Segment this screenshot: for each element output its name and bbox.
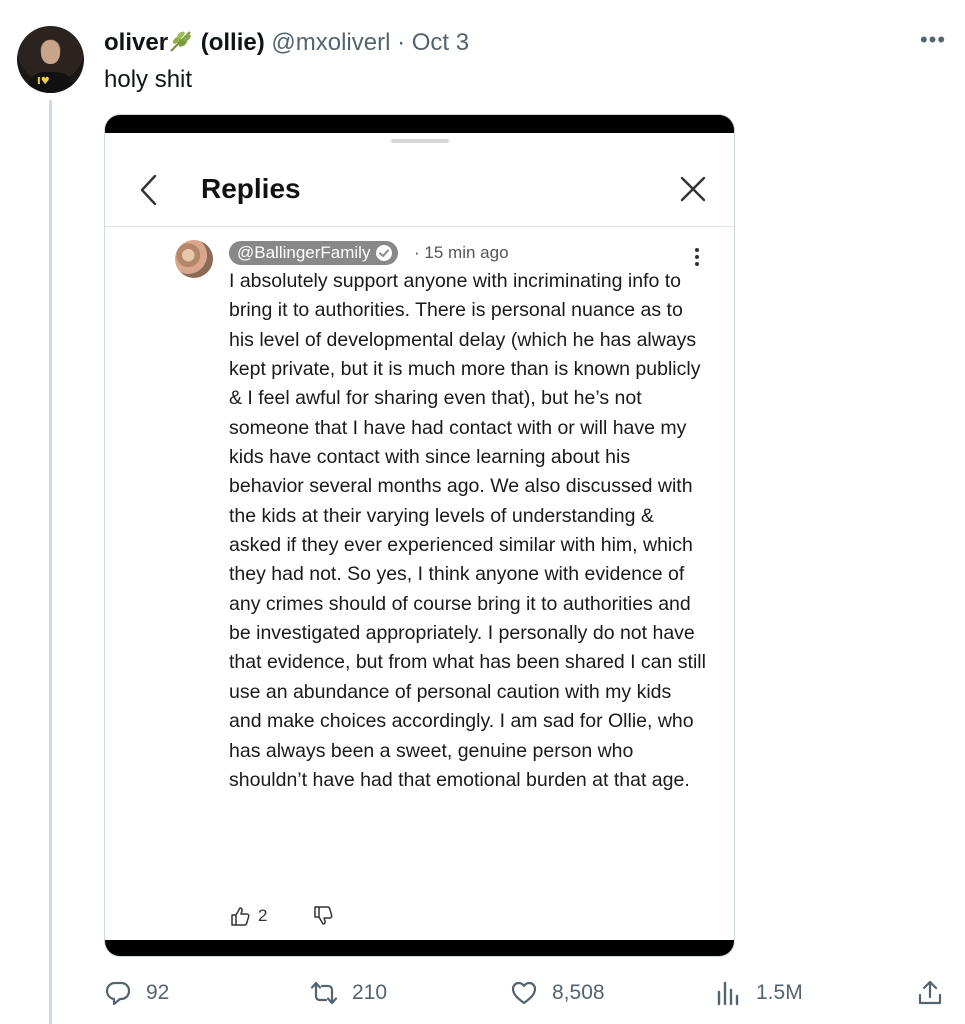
kebab-menu-icon: [695, 248, 699, 266]
avatar-shirt-print: I♥: [37, 76, 50, 87]
reply-time: 15 min ago: [424, 243, 509, 262]
like-count: 8,508: [552, 981, 605, 1004]
separator-dot: ·: [397, 29, 406, 56]
reply-button[interactable]: 92: [104, 976, 169, 1010]
screenshot-bottom-bar: [105, 940, 734, 956]
thumbs-down-icon: [314, 906, 333, 925]
share-icon: [918, 980, 942, 1005]
thumbs-up-icon: [231, 907, 250, 926]
display-name-suffix[interactable]: (ollie): [201, 29, 265, 56]
thread-line: [49, 100, 52, 1024]
display-name[interactable]: oliver: [104, 29, 168, 56]
reply-timestamp: · 15 min ago: [414, 241, 509, 265]
tweet-text: holy shit: [104, 66, 193, 93]
sheet-drag-handle: [391, 139, 449, 143]
reply-avatar: [175, 240, 213, 278]
screenshot-top-bar: [105, 115, 734, 133]
attached-screenshot[interactable]: Replies @BallingerFamily · 15 min ago I …: [104, 114, 735, 957]
reply-body: I absolutely support anyone with incrimi…: [229, 270, 706, 791]
back-chevron-icon: [140, 174, 157, 206]
views-icon: [717, 981, 739, 1006]
reply-like-count: 2: [258, 906, 268, 925]
more-icon[interactable]: •••: [916, 29, 950, 56]
close-icon: [680, 176, 706, 202]
view-count: 1.5M: [756, 981, 803, 1004]
share-button[interactable]: [916, 976, 944, 1010]
avatar-shirt: [29, 72, 72, 93]
repost-button[interactable]: 210: [310, 976, 387, 1010]
author-avatar[interactable]: I♥: [17, 26, 84, 93]
repost-icon: [310, 981, 338, 1005]
views-button[interactable]: 1.5M: [714, 976, 803, 1010]
tweet-actions: 92 210 8,508 1.5M: [104, 976, 954, 1010]
tweet-header: oliver (ollie) @mxoliverl · Oct 3: [104, 28, 469, 58]
reply-username-chip: @BallingerFamily: [229, 241, 399, 265]
user-handle[interactable]: @mxoliverl: [271, 29, 390, 56]
verified-check-icon: [376, 245, 393, 261]
reply-username: @BallingerFamily: [237, 243, 371, 262]
tweet-date[interactable]: Oct 3: [412, 29, 469, 56]
reply-count: 92: [146, 981, 170, 1004]
repost-count: 210: [352, 981, 388, 1004]
avatar-face: [41, 40, 60, 64]
leaf-icon: [170, 31, 191, 52]
heart-icon: [511, 981, 537, 1005]
reply-separator: ·: [414, 243, 420, 262]
replies-title: Replies: [201, 173, 301, 204]
header-divider: [105, 226, 734, 227]
like-button[interactable]: 8,508: [510, 976, 605, 1010]
reply-icon: [105, 981, 131, 1006]
